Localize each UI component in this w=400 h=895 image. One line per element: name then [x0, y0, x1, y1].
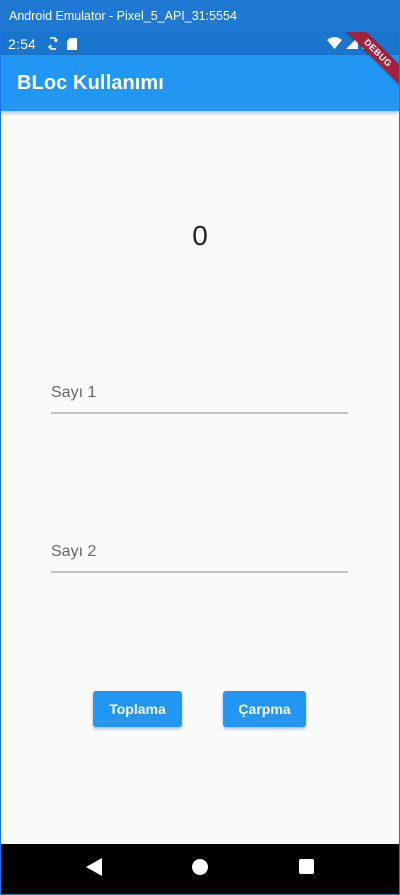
back-icon — [86, 857, 102, 881]
app-bar: BLoc Kullanımı — [1, 55, 399, 111]
device-screen: 2:54 DEBUG BLoc Kullanımı 0 Sayı 1 Sayı … — [1, 32, 399, 894]
window-titlebar: Android Emulator - Pixel_5_API_31:5554 — [0, 0, 400, 32]
carpma-button[interactable]: Çarpma — [223, 691, 306, 727]
recents-icon — [298, 859, 314, 879]
status-time: 2:54 — [8, 35, 37, 52]
toplama-button[interactable]: Toplama — [93, 691, 182, 727]
home-icon — [192, 858, 208, 880]
sayi1-field[interactable] — [51, 374, 348, 414]
sync-icon — [48, 37, 59, 50]
status-bar: 2:54 — [1, 32, 399, 55]
sd-card-icon — [67, 37, 78, 50]
sayi2-input[interactable] — [51, 533, 348, 571]
sayi1-input[interactable] — [51, 374, 348, 412]
home-button[interactable] — [180, 849, 220, 889]
recents-button[interactable] — [286, 849, 326, 889]
wifi-icon — [327, 36, 342, 52]
app-title: BLoc Kullanımı — [17, 71, 164, 94]
navigation-bar — [1, 844, 399, 894]
back-button[interactable] — [74, 849, 114, 889]
result-value: 0 — [192, 220, 208, 251]
window-title: Android Emulator - Pixel_5_API_31:5554 — [9, 9, 237, 23]
sayi2-field[interactable] — [51, 533, 348, 573]
